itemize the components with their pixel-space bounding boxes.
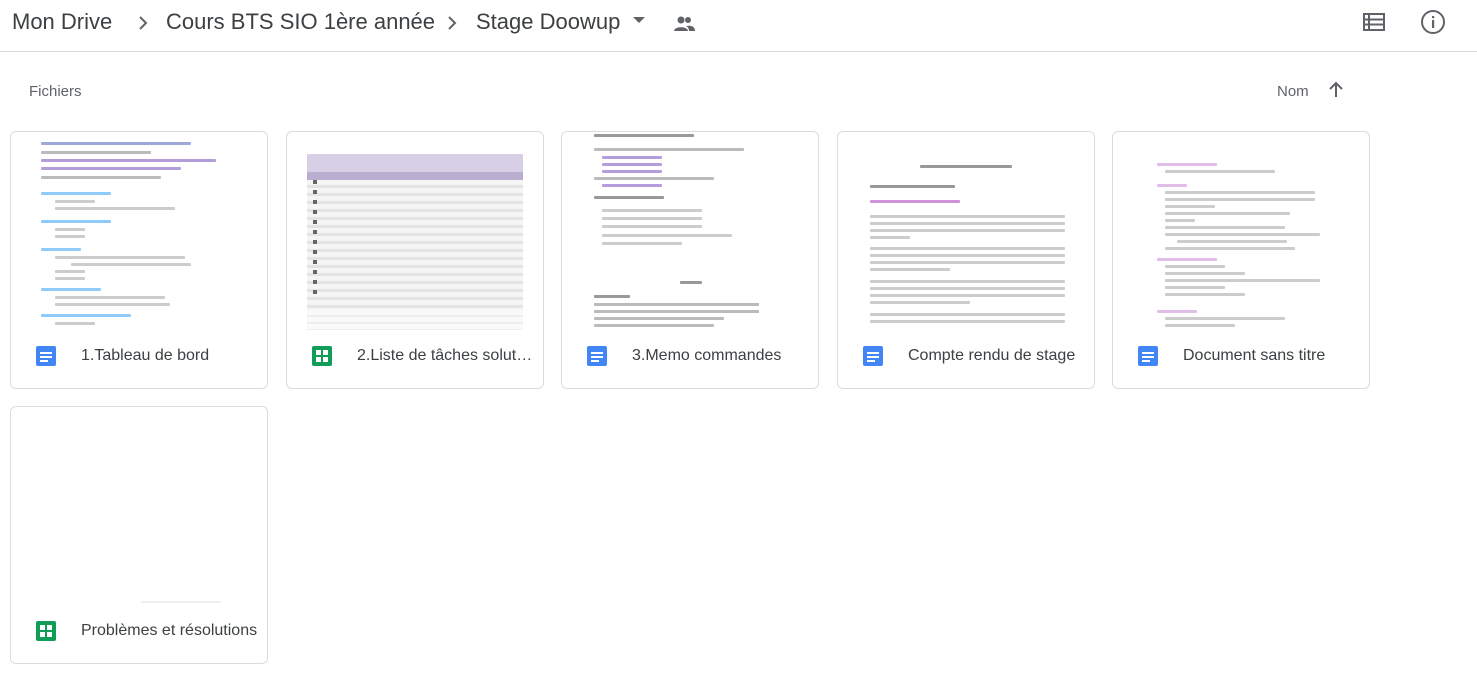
breadcrumb-root[interactable]: Mon Drive <box>12 9 112 35</box>
file-card[interactable]: Problèmes et résolutions <box>10 406 268 664</box>
file-thumbnail <box>1113 132 1369 330</box>
chevron-right-icon <box>448 16 457 30</box>
file-thumbnail <box>562 132 818 330</box>
google-docs-icon <box>1138 346 1158 366</box>
file-name: 2.Liste de tâches solutions <box>357 347 535 364</box>
file-thumbnail <box>11 407 267 605</box>
file-card[interactable]: 2.Liste de tâches solutions <box>286 131 544 389</box>
google-docs-icon <box>587 346 607 366</box>
file-name: 1.Tableau de bord <box>81 347 210 364</box>
google-docs-icon <box>36 346 56 366</box>
file-name: Problèmes et résolutions <box>81 622 258 639</box>
info-icon[interactable] <box>1420 9 1446 35</box>
file-card[interactable]: Compte rendu de stage <box>837 131 1095 389</box>
file-name: Document sans titre <box>1183 347 1326 364</box>
file-thumbnail <box>11 132 267 330</box>
files-section-label: Fichiers <box>29 83 82 100</box>
file-name: 3.Memo commandes <box>632 347 782 364</box>
chevron-right-icon <box>139 16 148 30</box>
sort-by-name-button[interactable]: Nom <box>1277 83 1309 100</box>
caret-down-icon[interactable] <box>633 17 645 23</box>
breadcrumb-current[interactable]: Stage Doowup <box>476 9 620 35</box>
file-card[interactable]: Document sans titre <box>1112 131 1370 389</box>
file-card[interactable]: 1.Tableau de bord <box>10 131 268 389</box>
arrow-up-icon[interactable] <box>1326 80 1346 100</box>
people-icon <box>674 16 695 31</box>
google-sheets-icon <box>36 621 56 641</box>
file-card[interactable]: 3.Memo commandes <box>561 131 819 389</box>
top-bar: Mon Drive Cours BTS SIO 1ère année Stage… <box>0 0 1477 52</box>
file-thumbnail <box>838 132 1094 330</box>
file-name: Compte rendu de stage <box>908 347 1076 364</box>
list-view-icon[interactable] <box>1361 10 1387 34</box>
google-docs-icon <box>863 346 883 366</box>
file-thumbnail <box>287 132 543 330</box>
google-sheets-icon <box>312 346 332 366</box>
breadcrumb-folder[interactable]: Cours BTS SIO 1ère année <box>166 9 435 35</box>
